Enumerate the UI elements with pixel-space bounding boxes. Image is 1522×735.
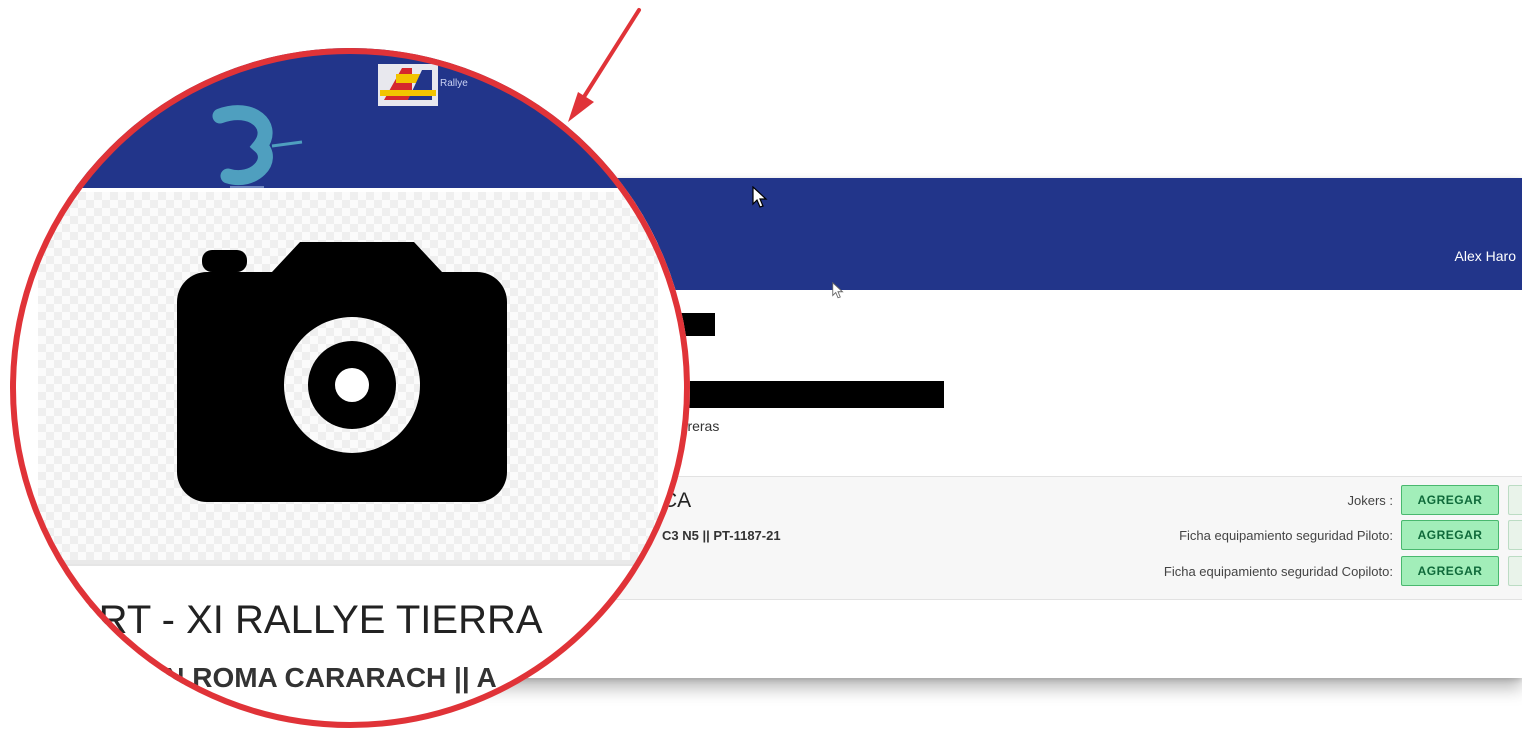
organizer-logo-icon [212,105,303,188]
secondary-button-clipped[interactable] [1508,485,1522,515]
add-copilot-safety-sheet-button[interactable]: AGREGAR [1401,556,1499,586]
user-name-link[interactable]: Alex Haro [1455,248,1516,264]
requirement-label: Jokers : [1347,492,1393,508]
requirement-row-jokers: Jokers : AGREGAR [1347,485,1522,515]
zoom-event-title: ERT - XI RALLYE TIERRA [72,598,543,642]
zoom-header: Rallye [10,48,690,188]
zoom-divider [38,564,658,566]
zoom-magnifier: Rallye ERT - XI RALLYE TIERRA AN ROMA CA… [10,48,690,728]
requirement-label: Ficha equipamiento seguridad Copiloto: [1163,563,1393,579]
photo-placeholder[interactable] [38,192,658,564]
requirement-row-copilot: Ficha equipamiento seguridad Copiloto: A… [1164,556,1522,586]
entry-subtitle: C3 N5 || PT-1187-21 [662,528,781,543]
mouse-cursor-icon [752,186,768,208]
requirement-label: Ficha equipamiento seguridad Piloto: [1179,527,1393,543]
secondary-button-clipped[interactable] [1508,520,1522,550]
add-jokers-button[interactable]: AGREGAR [1401,485,1499,515]
mouse-cursor-ghost-icon [832,282,844,299]
requirement-row-pilot: Ficha equipamiento seguridad Piloto: AGR… [1179,520,1522,550]
secondary-button-clipped[interactable] [1508,556,1522,586]
add-pilot-safety-sheet-button[interactable]: AGREGAR [1401,520,1499,550]
federation-logo-icon: Rallye [378,60,528,110]
redacted-block-info [660,381,944,408]
camera-icon [177,242,507,502]
zoom-event-subtitle: AN ROMA CARARACH || A [144,662,497,693]
